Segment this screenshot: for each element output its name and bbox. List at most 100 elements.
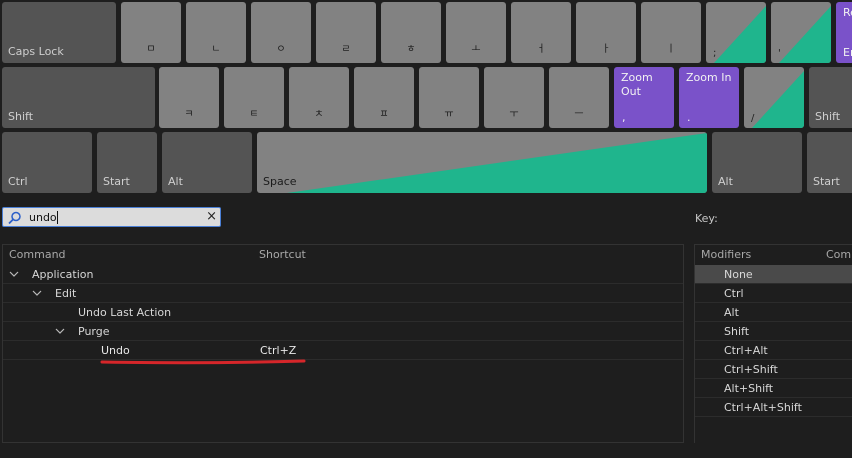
tree-row-label: Undo bbox=[101, 344, 130, 357]
modifiers-panel: Modifiers Comm None Ctrl Alt Shift Ctrl+… bbox=[694, 244, 852, 443]
key-g[interactable]: ㅎ bbox=[381, 2, 441, 63]
key-glyph: . bbox=[687, 111, 691, 124]
key-period-zoom-in[interactable]: Zoom In . bbox=[679, 67, 739, 128]
key-glyph: , bbox=[622, 111, 626, 124]
key-command-label: Zoom Out bbox=[621, 71, 653, 98]
tree-row-edit[interactable]: Edit bbox=[3, 284, 683, 303]
key-quote[interactable]: ' bbox=[771, 2, 831, 63]
key-label: Start bbox=[103, 175, 130, 188]
command-table: Command Shortcut Application Edit Undo L… bbox=[2, 244, 684, 443]
key-label: Space bbox=[263, 175, 297, 188]
key-label: Start bbox=[813, 175, 840, 188]
modifier-label: Ctrl bbox=[724, 287, 744, 300]
key-a[interactable]: ㅁ bbox=[121, 2, 181, 63]
tree-row-purge[interactable]: Purge bbox=[3, 322, 683, 341]
modifier-label: Alt+Shift bbox=[724, 382, 774, 395]
modifier-item[interactable]: Alt bbox=[695, 303, 852, 322]
key-glyph: ㄹ bbox=[341, 44, 351, 55]
key-k[interactable]: ㅏ bbox=[576, 2, 636, 63]
modifier-item[interactable]: Ctrl bbox=[695, 284, 852, 303]
key-glyph: ㅜ bbox=[509, 109, 519, 120]
key-glyph: ㅡ bbox=[574, 109, 584, 120]
key-start-right[interactable]: Start bbox=[807, 132, 852, 193]
key-glyph: ㄴ bbox=[211, 44, 221, 55]
key-glyph: ㅌ bbox=[249, 109, 259, 120]
search-field[interactable]: undo × bbox=[2, 207, 221, 227]
key-s[interactable]: ㄴ bbox=[186, 2, 246, 63]
partial-assignment-shape bbox=[287, 133, 707, 193]
modifier-label: Ctrl+Alt+Shift bbox=[724, 401, 802, 414]
modifier-label: Shift bbox=[724, 325, 750, 338]
modifier-item[interactable]: None bbox=[695, 265, 852, 284]
modifier-item[interactable]: Alt+Shift bbox=[695, 379, 852, 398]
key-caps-lock[interactable]: Caps Lock bbox=[2, 2, 116, 63]
modifier-item[interactable]: Ctrl+Alt+Shift bbox=[695, 398, 852, 417]
column-header-command[interactable]: Command bbox=[9, 245, 66, 265]
key-l[interactable]: ㅣ bbox=[641, 2, 701, 63]
key-label: Alt bbox=[168, 175, 183, 188]
key-f[interactable]: ㄹ bbox=[316, 2, 376, 63]
tree-row-label: Purge bbox=[78, 325, 110, 338]
key-c[interactable]: ㅊ bbox=[289, 67, 349, 128]
shortcut-value[interactable]: Ctrl+Z bbox=[260, 344, 296, 357]
key-j[interactable]: ㅓ bbox=[511, 2, 571, 63]
chevron-down-icon[interactable] bbox=[55, 326, 65, 336]
search-input[interactable]: undo bbox=[29, 211, 57, 224]
key-glyph: ㅣ bbox=[666, 44, 676, 55]
chevron-down-icon[interactable] bbox=[32, 288, 42, 298]
tree-row-label: Undo Last Action bbox=[78, 306, 172, 319]
search-icon bbox=[8, 211, 21, 225]
key-alt-right[interactable]: Alt bbox=[712, 132, 802, 193]
key-comma-zoom-out[interactable]: Zoom Out , bbox=[614, 67, 674, 128]
key-shift-right[interactable]: Shift bbox=[809, 67, 852, 128]
modifier-label: None bbox=[724, 268, 753, 281]
key-alt-left[interactable]: Alt bbox=[162, 132, 252, 193]
tree-row-label: Application bbox=[32, 268, 94, 281]
tree-row-label: Edit bbox=[55, 287, 77, 300]
column-header-commands[interactable]: Comm bbox=[826, 245, 852, 265]
key-glyph: ㅇ bbox=[276, 44, 286, 55]
key-b[interactable]: ㅠ bbox=[419, 67, 479, 128]
modifier-item[interactable]: Ctrl+Shift bbox=[695, 360, 852, 379]
key-v[interactable]: ㅍ bbox=[354, 67, 414, 128]
key-command-label: Re bbox=[843, 6, 852, 19]
clear-search-icon[interactable]: × bbox=[206, 209, 217, 224]
key-shift-left[interactable]: Shift bbox=[2, 67, 155, 128]
key-glyph: ㅠ bbox=[444, 109, 454, 120]
key-glyph: ; bbox=[713, 48, 717, 59]
key-ctrl-left[interactable]: Ctrl bbox=[2, 132, 92, 193]
key-m[interactable]: ㅡ bbox=[549, 67, 609, 128]
column-header-modifiers[interactable]: Modifiers bbox=[701, 245, 751, 265]
text-caret bbox=[57, 211, 58, 224]
key-n[interactable]: ㅜ bbox=[484, 67, 544, 128]
key-glyph: ㅓ bbox=[536, 44, 546, 55]
key-label: Caps Lock bbox=[8, 45, 64, 58]
key-enter[interactable]: Re Er bbox=[836, 2, 852, 63]
modifier-label: Ctrl+Alt bbox=[724, 344, 768, 357]
key-glyph: ㅊ bbox=[314, 109, 324, 120]
key-space[interactable]: Space bbox=[257, 132, 707, 193]
key-label: Shift bbox=[815, 110, 841, 123]
modifier-label: Ctrl+Shift bbox=[724, 363, 778, 376]
modifier-item[interactable]: Ctrl+Alt bbox=[695, 341, 852, 360]
key-glyph: / bbox=[751, 113, 755, 124]
key-glyph: ㅏ bbox=[601, 44, 611, 55]
tree-row-application[interactable]: Application bbox=[3, 265, 683, 284]
key-d[interactable]: ㅇ bbox=[251, 2, 311, 63]
key-glyph: ㅎ bbox=[406, 44, 416, 55]
key-semicolon[interactable]: ; bbox=[706, 2, 766, 63]
key-glyph: ㅁ bbox=[146, 44, 156, 55]
modifier-item[interactable]: Shift bbox=[695, 322, 852, 341]
tree-row-undo-last-action[interactable]: Undo Last Action bbox=[3, 303, 683, 322]
key-label: Alt bbox=[718, 175, 733, 188]
key-h[interactable]: ㅗ bbox=[446, 2, 506, 63]
column-header-shortcut[interactable]: Shortcut bbox=[259, 245, 306, 265]
chevron-down-icon[interactable] bbox=[9, 269, 19, 279]
key-start-left[interactable]: Start bbox=[97, 132, 157, 193]
red-underline-annotation bbox=[100, 359, 306, 365]
key-x[interactable]: ㅌ bbox=[224, 67, 284, 128]
key-slash[interactable]: / bbox=[744, 67, 804, 128]
key-z[interactable]: ㅋ bbox=[159, 67, 219, 128]
key-glyph: ' bbox=[778, 48, 781, 59]
key-command-label: Zoom In bbox=[686, 71, 732, 84]
